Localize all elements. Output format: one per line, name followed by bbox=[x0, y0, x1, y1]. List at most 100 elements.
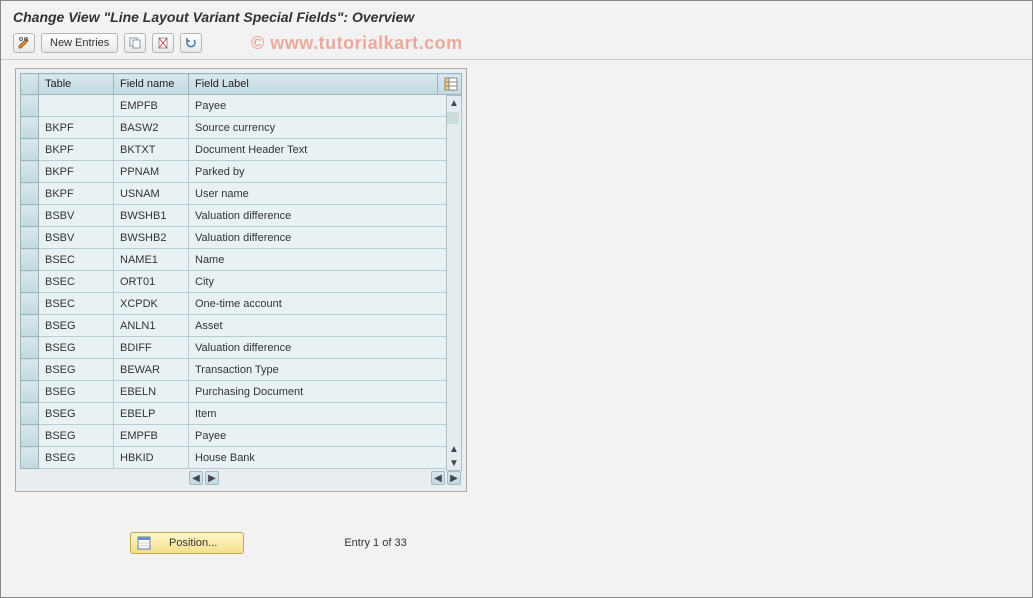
cell-field-name[interactable]: BDIFF bbox=[114, 337, 189, 359]
cell-table[interactable]: BSBV bbox=[39, 227, 114, 249]
row-selector[interactable] bbox=[21, 249, 39, 271]
cell-field-name[interactable]: USNAM bbox=[114, 183, 189, 205]
table-row: BSEGBEWARTransaction Type bbox=[21, 359, 462, 381]
scroll-up-icon[interactable]: ▲ bbox=[447, 96, 461, 110]
vertical-scrollbar[interactable]: ▲ ▲ ▼ bbox=[446, 95, 462, 471]
cell-field-name[interactable]: EBELP bbox=[114, 403, 189, 425]
scroll-right-end-icon[interactable]: ▶ bbox=[447, 471, 461, 485]
cell-field-name[interactable]: ANLN1 bbox=[114, 315, 189, 337]
row-selector[interactable] bbox=[21, 271, 39, 293]
cell-field-label[interactable]: Document Header Text bbox=[189, 139, 462, 161]
scroll-left-end-icon[interactable]: ◀ bbox=[431, 471, 445, 485]
cell-field-name[interactable]: PPNAM bbox=[114, 161, 189, 183]
cell-field-label[interactable]: Source currency bbox=[189, 117, 462, 139]
pencil-glasses-icon bbox=[17, 36, 31, 50]
toggle-display-change-button[interactable] bbox=[13, 33, 35, 53]
cell-table[interactable] bbox=[39, 95, 114, 117]
scroll-thumb[interactable] bbox=[447, 112, 459, 124]
new-entries-button[interactable]: New Entries bbox=[41, 33, 118, 53]
table-settings-button[interactable] bbox=[438, 74, 462, 95]
cell-field-label[interactable]: Valuation difference bbox=[189, 205, 462, 227]
cell-field-name[interactable]: HBKID bbox=[114, 447, 189, 469]
scroll-right-icon[interactable]: ▶ bbox=[205, 471, 219, 485]
row-selector[interactable] bbox=[21, 227, 39, 249]
row-selector-header[interactable] bbox=[21, 74, 39, 95]
cell-table[interactable]: BSEG bbox=[39, 403, 114, 425]
delete-icon bbox=[156, 36, 170, 50]
cell-field-label[interactable]: Valuation difference bbox=[189, 337, 462, 359]
cell-field-label[interactable]: Item bbox=[189, 403, 462, 425]
cell-table[interactable]: BSEC bbox=[39, 293, 114, 315]
row-selector[interactable] bbox=[21, 161, 39, 183]
row-selector[interactable] bbox=[21, 359, 39, 381]
row-selector[interactable] bbox=[21, 117, 39, 139]
cell-field-name[interactable]: EMPFB bbox=[114, 425, 189, 447]
cell-table[interactable]: BKPF bbox=[39, 183, 114, 205]
row-selector[interactable] bbox=[21, 95, 39, 117]
cell-field-label[interactable]: User name bbox=[189, 183, 462, 205]
cell-field-name[interactable]: XCPDK bbox=[114, 293, 189, 315]
cell-field-label[interactable]: Payee bbox=[189, 95, 462, 117]
table-row: BKPFBASW2Source currency bbox=[21, 117, 462, 139]
row-selector[interactable] bbox=[21, 205, 39, 227]
undo-icon bbox=[184, 36, 198, 50]
cell-field-label[interactable]: One-time account bbox=[189, 293, 462, 315]
cell-field-label[interactable]: Parked by bbox=[189, 161, 462, 183]
row-selector[interactable] bbox=[21, 183, 39, 205]
cell-field-label[interactable]: Asset bbox=[189, 315, 462, 337]
row-selector[interactable] bbox=[21, 293, 39, 315]
row-selector[interactable] bbox=[21, 403, 39, 425]
cell-field-name[interactable]: BWSHB2 bbox=[114, 227, 189, 249]
row-selector[interactable] bbox=[21, 425, 39, 447]
cell-field-label[interactable]: Purchasing Document bbox=[189, 381, 462, 403]
cell-field-label[interactable]: Name bbox=[189, 249, 462, 271]
cell-field-name[interactable]: BKTXT bbox=[114, 139, 189, 161]
scroll-down-icon[interactable]: ▼ bbox=[447, 456, 461, 470]
copy-as-button[interactable] bbox=[124, 33, 146, 53]
cell-field-name[interactable]: NAME1 bbox=[114, 249, 189, 271]
row-selector[interactable] bbox=[21, 337, 39, 359]
cell-table[interactable]: BSEG bbox=[39, 337, 114, 359]
col-header-table[interactable]: Table bbox=[39, 74, 114, 95]
delete-button[interactable] bbox=[152, 33, 174, 53]
cell-field-name[interactable]: BASW2 bbox=[114, 117, 189, 139]
table-row: BKPFBKTXTDocument Header Text bbox=[21, 139, 462, 161]
row-selector[interactable] bbox=[21, 447, 39, 469]
cell-field-name[interactable]: BWSHB1 bbox=[114, 205, 189, 227]
table-settings-icon bbox=[444, 77, 458, 91]
cell-field-name[interactable]: BEWAR bbox=[114, 359, 189, 381]
position-icon bbox=[135, 535, 153, 551]
scroll-up-step-icon[interactable]: ▲ bbox=[447, 442, 461, 456]
cell-field-name[interactable]: EMPFB bbox=[114, 95, 189, 117]
table-row: EMPFBPayee bbox=[21, 95, 462, 117]
cell-field-name[interactable]: EBELN bbox=[114, 381, 189, 403]
cell-table[interactable]: BSEG bbox=[39, 359, 114, 381]
cell-field-name[interactable]: ORT01 bbox=[114, 271, 189, 293]
cell-field-label[interactable]: House Bank bbox=[189, 447, 462, 469]
table-header-row: Table Field name Field Label bbox=[21, 74, 462, 95]
cell-field-label[interactable]: Transaction Type bbox=[189, 359, 462, 381]
cell-table[interactable]: BKPF bbox=[39, 117, 114, 139]
cell-table[interactable]: BKPF bbox=[39, 139, 114, 161]
cell-field-label[interactable]: City bbox=[189, 271, 462, 293]
cell-field-label[interactable]: Payee bbox=[189, 425, 462, 447]
table-row: BSBVBWSHB2Valuation difference bbox=[21, 227, 462, 249]
row-selector[interactable] bbox=[21, 315, 39, 337]
undo-button[interactable] bbox=[180, 33, 202, 53]
col-header-field-name[interactable]: Field name bbox=[114, 74, 189, 95]
cell-table[interactable]: BKPF bbox=[39, 161, 114, 183]
scroll-left-icon[interactable]: ◀ bbox=[189, 471, 203, 485]
cell-table[interactable]: BSEC bbox=[39, 249, 114, 271]
row-selector[interactable] bbox=[21, 139, 39, 161]
table-row: BSEGEBELPItem bbox=[21, 403, 462, 425]
cell-table[interactable]: BSEC bbox=[39, 271, 114, 293]
cell-table[interactable]: BSBV bbox=[39, 205, 114, 227]
cell-table[interactable]: BSEG bbox=[39, 315, 114, 337]
cell-table[interactable]: BSEG bbox=[39, 447, 114, 469]
position-button[interactable]: Position... bbox=[130, 532, 244, 554]
col-header-field-label[interactable]: Field Label bbox=[189, 74, 438, 95]
row-selector[interactable] bbox=[21, 381, 39, 403]
cell-table[interactable]: BSEG bbox=[39, 381, 114, 403]
cell-field-label[interactable]: Valuation difference bbox=[189, 227, 462, 249]
cell-table[interactable]: BSEG bbox=[39, 425, 114, 447]
